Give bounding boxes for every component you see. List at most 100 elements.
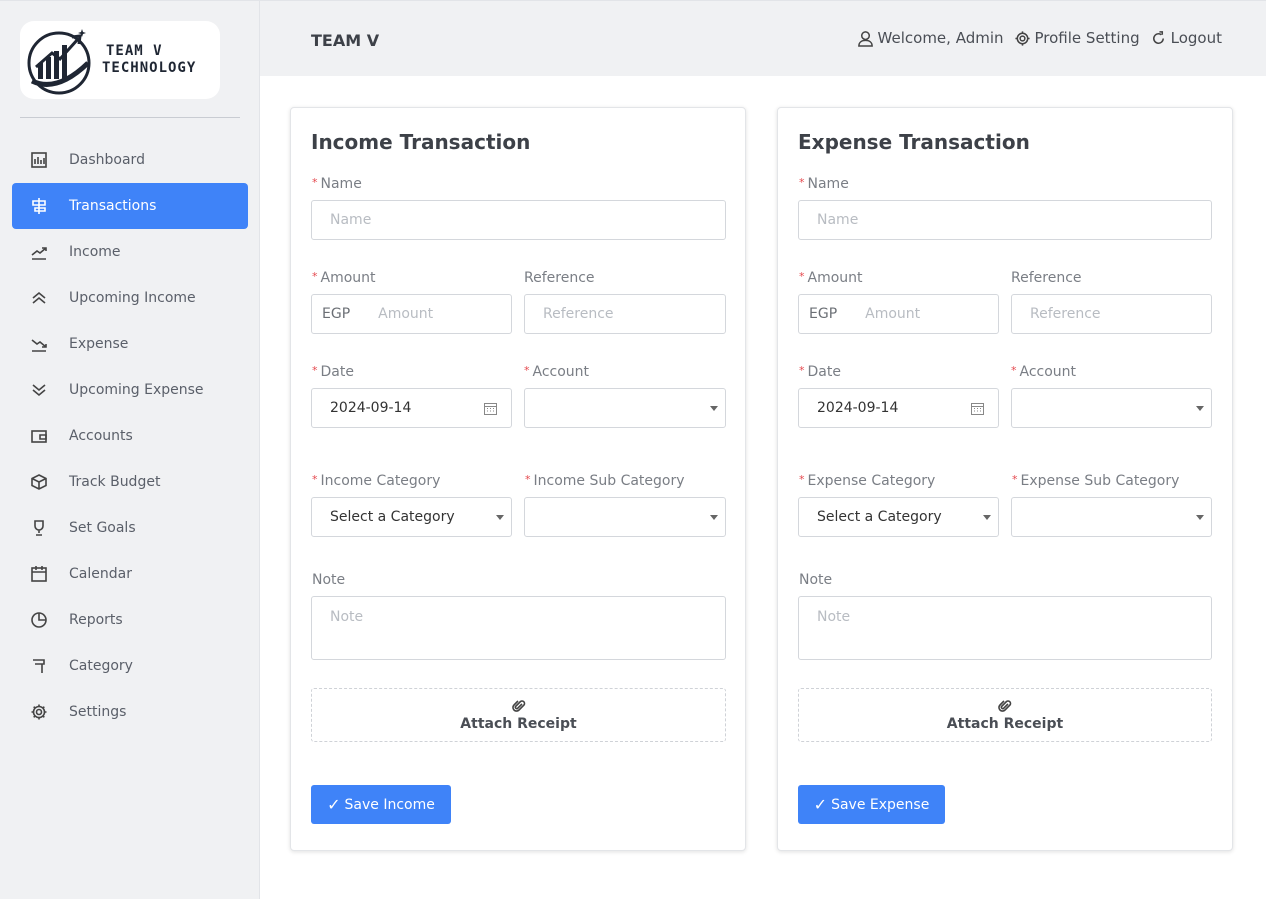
income-account-select[interactable] xyxy=(524,388,726,428)
dashboard-icon xyxy=(12,151,66,169)
user-icon xyxy=(857,30,873,47)
save-expense-button[interactable]: ✓ Save Expense xyxy=(798,785,945,824)
top-header: TEAM V Welcome, Admin Profile Setting Lo… xyxy=(260,0,1266,76)
sidebar-item-category[interactable]: Category xyxy=(12,643,248,689)
expense-attach-receipt[interactable]: Attach Receipt xyxy=(798,688,1212,742)
expense-category-label: * Expense Category xyxy=(799,473,936,489)
sidebar-item-income[interactable]: Income xyxy=(12,229,248,275)
welcome-user: Welcome, Admin xyxy=(857,29,1004,47)
income-amount-label: * Amount xyxy=(312,270,376,286)
calendar-icon xyxy=(12,565,66,583)
logout-link[interactable]: Logout xyxy=(1150,29,1222,47)
logout-label: Logout xyxy=(1170,29,1222,47)
income-card-title: Income Transaction xyxy=(311,130,531,154)
expense-card-title: Expense Transaction xyxy=(798,130,1030,154)
sidebar-item-label: Accounts xyxy=(69,428,133,444)
income-subcategory-label: * Income Sub Category xyxy=(525,473,685,489)
attach-receipt-label: Attach Receipt xyxy=(460,715,577,732)
calendar-icon xyxy=(484,403,497,415)
expense-account-select[interactable] xyxy=(1011,388,1212,428)
sidebar-item-reports[interactable]: Reports xyxy=(12,597,248,643)
income-transaction-card: Income Transaction * Name Name * Amount EG… xyxy=(290,107,746,851)
logo-line2: TECHNOLOGY xyxy=(102,60,197,76)
expense-amount-input[interactable]: EGP Amount xyxy=(798,294,999,334)
sidebar-divider xyxy=(20,117,240,118)
sidebar-item-set-goals[interactable]: Set Goals xyxy=(12,505,248,551)
sidebar-item-settings[interactable]: Settings xyxy=(12,689,248,735)
expense-note-label: Note xyxy=(799,572,833,588)
sidebar-item-label: Category xyxy=(69,658,133,674)
sidebar-item-label: Calendar xyxy=(69,566,132,582)
profile-setting-label: Profile Setting xyxy=(1034,29,1140,47)
calendar-icon xyxy=(971,403,984,415)
expense-name-input[interactable]: Name xyxy=(798,200,1212,240)
paperclip-icon xyxy=(511,699,525,712)
sidebar-item-label: Dashboard xyxy=(69,152,145,168)
expense-subcategory-select[interactable] xyxy=(1011,497,1212,537)
paperclip-icon xyxy=(998,699,1012,712)
trend-up-icon xyxy=(12,243,66,261)
expense-category-select[interactable]: Select a Category xyxy=(798,497,999,537)
expense-amount-label: * Amount xyxy=(799,270,863,286)
sidebar-item-label: Income xyxy=(69,244,121,260)
wallet-icon xyxy=(12,427,66,445)
double-chevron-down-icon xyxy=(12,381,66,399)
chevron-down-icon xyxy=(710,515,718,520)
expense-transaction-card: Expense Transaction * Name Name * Amount E… xyxy=(777,107,1233,851)
expense-reference-label: Reference xyxy=(1011,270,1082,286)
sidebar-item-label: Settings xyxy=(69,704,127,720)
expense-date-input[interactable]: 2024-09-14 xyxy=(798,388,999,428)
expense-reference-input[interactable]: Reference xyxy=(1011,294,1212,334)
flag-icon xyxy=(12,657,66,675)
sidebar-item-calendar[interactable]: Calendar xyxy=(12,551,248,597)
income-account-label: * Account xyxy=(524,364,590,380)
header-user-menu: Welcome, Admin Profile Setting Logout xyxy=(847,29,1222,47)
sidebar-item-dashboard[interactable]: Dashboard xyxy=(12,137,248,183)
sidebar-item-label: Upcoming Expense xyxy=(69,382,204,398)
trophy-icon xyxy=(12,519,66,537)
sidebar-item-upcoming-expense[interactable]: Upcoming Expense xyxy=(12,367,248,413)
income-date-label: * Date xyxy=(312,364,354,380)
income-attach-receipt[interactable]: Attach Receipt xyxy=(311,688,726,742)
trend-down-icon xyxy=(12,335,66,353)
income-date-input[interactable]: 2024-09-14 xyxy=(311,388,512,428)
save-income-button[interactable]: ✓ Save Income xyxy=(311,785,451,824)
sidebar-item-label: Transactions xyxy=(69,198,157,214)
expense-name-label: * Name xyxy=(799,176,849,192)
income-subcategory-select[interactable] xyxy=(524,497,726,537)
income-category-select[interactable]: Select a Category xyxy=(311,497,512,537)
income-note-textarea[interactable]: Note xyxy=(311,596,726,660)
sidebar-item-transactions[interactable]: Transactions xyxy=(12,183,248,229)
logo-icon xyxy=(27,29,91,95)
gear-icon xyxy=(1014,30,1030,46)
pie-chart-icon xyxy=(12,611,66,629)
check-icon: ✓ xyxy=(813,795,828,814)
logout-icon xyxy=(1152,30,1164,44)
currency-prefix: EGP xyxy=(322,306,351,322)
sidebar-item-upcoming-income[interactable]: Upcoming Income xyxy=(12,275,248,321)
transactions-icon xyxy=(12,197,66,215)
profile-setting-link[interactable]: Profile Setting xyxy=(1014,29,1140,47)
expense-note-textarea[interactable]: Note xyxy=(798,596,1212,660)
welcome-text: Welcome, Admin xyxy=(877,29,1004,47)
chevron-down-icon xyxy=(983,515,991,520)
logo-line1: TEAM V xyxy=(106,43,163,59)
sidebar-item-label: Upcoming Income xyxy=(69,290,196,306)
income-reference-label: Reference xyxy=(524,270,595,286)
sidebar-item-accounts[interactable]: Accounts xyxy=(12,413,248,459)
gear-icon xyxy=(12,703,66,721)
income-amount-input[interactable]: EGP Amount xyxy=(311,294,512,334)
sidebar-nav: Dashboard Transactions Income Upcoming I… xyxy=(12,137,248,735)
sidebar-item-label: Track Budget xyxy=(69,474,161,490)
sidebar-item-expense[interactable]: Expense xyxy=(12,321,248,367)
expense-account-label: * Account xyxy=(1011,364,1077,380)
chevron-down-icon xyxy=(1196,406,1204,411)
income-reference-input[interactable]: Reference xyxy=(524,294,726,334)
box-icon xyxy=(12,473,66,491)
income-name-label: * Name xyxy=(312,176,362,192)
logo[interactable]: TEAM V TECHNOLOGY xyxy=(20,21,220,99)
sidebar-item-track-budget[interactable]: Track Budget xyxy=(12,459,248,505)
double-chevron-up-icon xyxy=(12,289,66,307)
income-name-input[interactable]: Name xyxy=(311,200,726,240)
chevron-down-icon xyxy=(1196,515,1204,520)
